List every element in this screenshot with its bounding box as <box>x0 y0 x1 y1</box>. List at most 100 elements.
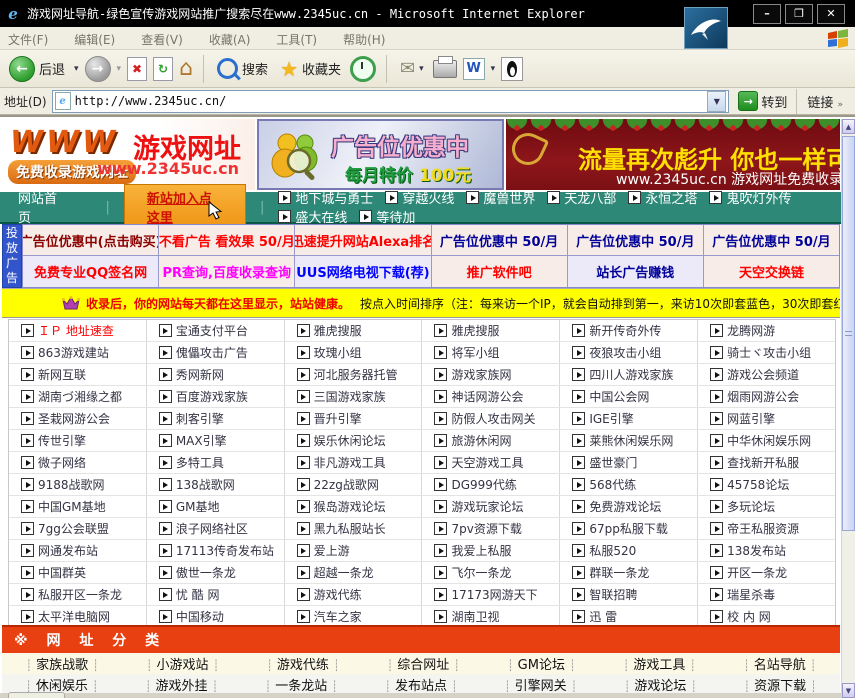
directory-link[interactable]: 67pp私服下载 <box>589 520 668 537</box>
forward-button[interactable]: → <box>85 56 111 82</box>
directory-link[interactable]: 网蓝引擎 <box>727 410 775 427</box>
directory-link[interactable]: 帝王私服资源 <box>727 520 799 537</box>
print-button[interactable] <box>433 60 457 78</box>
go-button[interactable]: → 转到 <box>734 91 791 111</box>
directory-link[interactable]: 新网互联 <box>38 366 86 383</box>
directory-link[interactable]: 雅虎搜服 <box>314 322 362 339</box>
refresh-button[interactable]: ↻ <box>153 57 173 81</box>
menu-item[interactable]: 查看(V) <box>141 33 183 47</box>
category-link[interactable]: ┊综合网址┊ <box>383 654 464 673</box>
address-input[interactable]: e http://www.2345uc.cn/ ▼ <box>52 90 730 113</box>
directory-link[interactable]: 超越一条龙 <box>314 564 374 581</box>
scroll-down-arrow[interactable]: ▼ <box>842 683 855 698</box>
directory-link[interactable]: 智联招聘 <box>589 586 637 603</box>
back-button[interactable]: ← 后退 <box>6 54 68 84</box>
menu-item[interactable]: 收藏(A) <box>209 33 251 47</box>
directory-link[interactable]: 刺客引擎 <box>176 410 224 427</box>
ad-link[interactable]: 迅速提升网站Alexa排名 <box>295 225 431 256</box>
directory-link[interactable]: 私服开区一条龙 <box>38 586 122 603</box>
ad-link[interactable]: 广告位优惠中 50/月 <box>432 225 568 256</box>
banner-right-ad[interactable]: 流量再次彪升 你也一样可 www.2345uc.cn 游戏网址免费收录 <box>506 119 840 190</box>
directory-link[interactable]: 宝通支付平台 <box>176 322 248 339</box>
directory-link[interactable]: 玫瑰小组 <box>314 344 362 361</box>
directory-link[interactable]: 138战歌网 <box>176 476 235 493</box>
directory-link[interactable]: 微子网络 <box>38 454 86 471</box>
links-button[interactable]: 链接 » <box>796 89 851 114</box>
category-link[interactable]: ┊一条龙站┊ <box>261 675 342 694</box>
directory-link[interactable]: 傀儡攻击广告 <box>176 344 248 361</box>
directory-link[interactable]: 游戏家族网 <box>451 366 511 383</box>
mail-button[interactable]: ✉▾ <box>397 56 427 81</box>
directory-link[interactable]: 17173网游天下 <box>451 586 537 603</box>
directory-link[interactable]: DG999代练 <box>451 476 516 493</box>
directory-link[interactable]: 猴岛游戏论坛 <box>314 498 386 515</box>
category-link[interactable]: ┊引擎网关┊ <box>500 675 581 694</box>
nav-game-link[interactable]: 魔兽世界 <box>466 188 535 207</box>
ad-link[interactable]: PR查询,百度收录查询 <box>159 256 295 287</box>
category-link[interactable]: ┊资源下载┊ <box>739 675 820 694</box>
directory-link[interactable]: 莱熊休闲娱乐网 <box>589 432 673 449</box>
directory-link[interactable]: 龙腾网游 <box>727 322 775 339</box>
directory-link[interactable]: 太平洋电脑网 <box>38 608 110 625</box>
directory-link[interactable]: 百度游戏家族 <box>176 388 248 405</box>
directory-link[interactable]: 爱上游 <box>314 542 350 559</box>
directory-link[interactable]: 瑞星杀毒 <box>727 586 775 603</box>
directory-link[interactable]: 中国公会网 <box>589 388 649 405</box>
directory-link[interactable]: 多玩论坛 <box>727 498 775 515</box>
banner-left-ad[interactable]: WWW 免费收录游戏网址 游戏网址 www.2345uc.cn <box>2 119 255 190</box>
directory-link[interactable]: 迅 雷 <box>589 608 617 625</box>
directory-link[interactable]: 游戏公会频道 <box>727 366 799 383</box>
ad-link[interactable]: 站长广告赚钱 <box>568 256 704 287</box>
minimize-button[interactable]: – <box>753 4 781 24</box>
directory-link[interactable]: 多特工具 <box>176 454 224 471</box>
category-link[interactable]: ┊游戏外挂┊ <box>141 675 222 694</box>
directory-link[interactable]: 盛世豪门 <box>589 454 637 471</box>
directory-link[interactable]: 雅虎搜服 <box>451 322 499 339</box>
directory-link[interactable]: 傲世一条龙 <box>176 564 236 581</box>
directory-link[interactable]: 将军小组 <box>451 344 499 361</box>
directory-link[interactable]: 汽车之家 <box>314 608 362 625</box>
ad-link[interactable]: 免费专业QQ签名网 <box>23 256 159 287</box>
directory-link[interactable]: 开区一条龙 <box>727 564 787 581</box>
more-tools-dropdown[interactable]: ▾ <box>491 64 496 74</box>
ad-link[interactable]: 不看广告 看效果 50/月 <box>159 225 295 256</box>
directory-link[interactable]: 游戏代练 <box>314 586 362 603</box>
nav-game-link[interactable]: 地下城与勇士 <box>278 188 373 207</box>
directory-link[interactable]: GM基地 <box>176 498 220 515</box>
directory-link[interactable]: 校 内 网 <box>727 608 771 625</box>
directory-link[interactable]: 夜狼攻击小组 <box>589 344 661 361</box>
directory-link[interactable]: 568代练 <box>589 476 636 493</box>
edit-word-button[interactable]: W <box>463 58 485 80</box>
ad-link[interactable]: 广告位优惠中 50/月 <box>704 225 839 256</box>
directory-link[interactable]: 游戏玩家论坛 <box>451 498 523 515</box>
category-link[interactable]: ┊游戏工具┊ <box>619 654 700 673</box>
directory-link[interactable]: 7gg公会联盟 <box>38 520 109 537</box>
category-link[interactable]: ┊发布站点┊ <box>380 675 461 694</box>
address-dropdown[interactable]: ▼ <box>707 91 726 112</box>
directory-link[interactable]: 娱乐休闲论坛 <box>314 432 386 449</box>
directory-link[interactable]: 防假人攻击网关 <box>451 410 535 427</box>
directory-link[interactable]: 群联一条龙 <box>589 564 649 581</box>
history-button[interactable] <box>350 56 376 82</box>
directory-link[interactable]: MAX引擎 <box>176 432 227 449</box>
category-link[interactable]: ┊游戏论坛┊ <box>620 675 701 694</box>
penguin-messenger-button[interactable] <box>501 57 523 81</box>
directory-link[interactable]: 浪子网络社区 <box>176 520 248 537</box>
ad-link[interactable]: 广告位优惠中(点击购买) <box>23 225 159 256</box>
stop-button[interactable]: ✖ <box>127 57 147 81</box>
close-button[interactable]: ✕ <box>817 4 845 24</box>
directory-link[interactable]: 中国GM基地 <box>38 498 106 515</box>
menu-item[interactable]: 帮助(H) <box>343 33 385 47</box>
directory-link[interactable]: 中华休闲娱乐网 <box>727 432 811 449</box>
directory-link[interactable]: 138发布站 <box>727 542 786 559</box>
nav-game-link[interactable]: 天龙八部 <box>547 188 616 207</box>
category-link[interactable]: ┊名站导航┊ <box>739 654 820 673</box>
directory-link[interactable]: ＩＰ 地址速查 <box>38 322 114 339</box>
category-link[interactable]: ┊游戏代练┊ <box>262 654 343 673</box>
directory-link[interactable]: 网通发布站 <box>38 542 98 559</box>
nav-game-link[interactable]: 永恒之塔 <box>628 188 697 207</box>
banner-middle-ad[interactable]: 广告位优惠中 每月特价 100元 <box>257 119 504 190</box>
menu-item[interactable]: 工具(T) <box>276 33 317 47</box>
ad-link[interactable]: UUS网络电视下载(荐) <box>295 256 431 287</box>
category-link[interactable]: ┊小游戏站┊ <box>142 654 223 673</box>
